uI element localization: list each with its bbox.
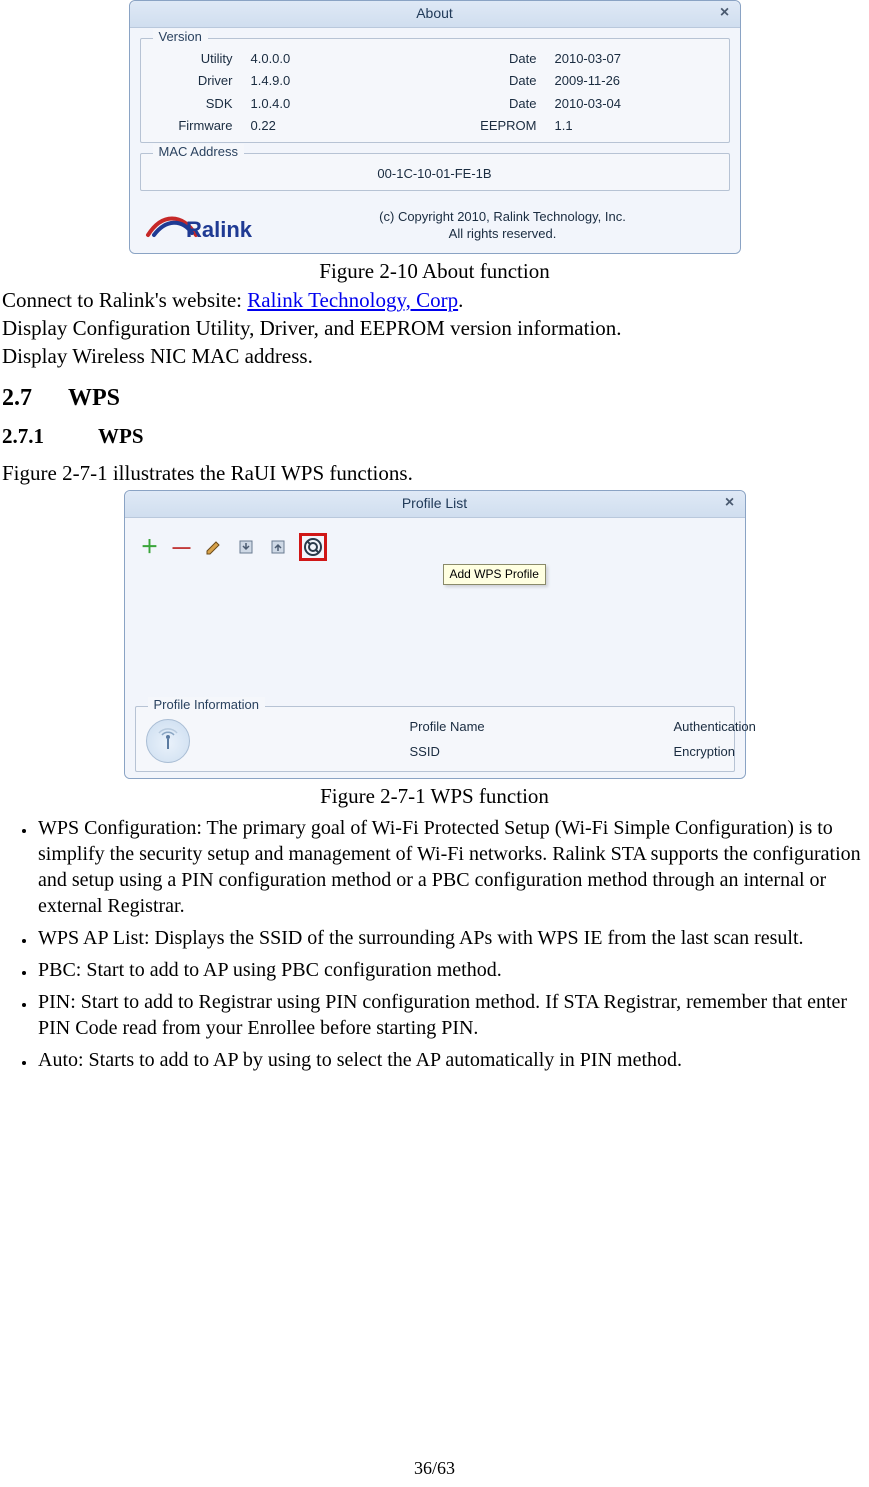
value: 2010-03-04 [555, 96, 719, 112]
copyright-line-1: (c) Copyright 2010, Ralink Technology, I… [278, 208, 728, 226]
version-row: EEPROM 1.1 [455, 118, 719, 134]
profile-info-group: Profile Information Profile Name Authent… [135, 706, 735, 772]
edit-icon[interactable] [203, 536, 225, 558]
profile-info-legend: Profile Information [148, 697, 266, 713]
label: EEPROM [455, 118, 537, 134]
copyright-line-2: All rights reserved. [278, 225, 728, 243]
profile-list-area [135, 566, 735, 706]
close-icon[interactable]: × [721, 495, 739, 513]
antenna-icon [146, 719, 190, 763]
intro-p1-suffix: . [458, 288, 463, 312]
pi-label-ssid: SSID [410, 744, 674, 763]
figure-caption-2: Figure 2-7-1 WPS function [2, 783, 867, 809]
label: Date [455, 73, 537, 89]
lead-text: Figure 2-7-1 illustrates the RaUI WPS fu… [2, 460, 867, 486]
version-row: Driver 1.4.9.0 [151, 73, 415, 89]
figure-caption-1: Figure 2-10 About function [2, 258, 867, 284]
about-titlebar: About × [130, 1, 740, 28]
value: 1.0.4.0 [251, 96, 415, 112]
list-item: WPS AP List: Displays the SSID of the su… [36, 925, 867, 951]
pi-label-profile-name: Profile Name [410, 719, 674, 738]
version-row: SDK 1.0.4.0 [151, 96, 415, 112]
about-body: Version Utility 4.0.0.0 Date 2010-03-07 Dr… [130, 28, 740, 253]
label: Date [455, 51, 537, 67]
about-title: About [416, 5, 453, 23]
version-row: Date 2010-03-04 [455, 96, 719, 112]
section-heading: 2.7 WPS [2, 383, 867, 413]
value: 2010-03-07 [555, 51, 719, 67]
value: 4.0.0.0 [251, 51, 415, 67]
mac-legend: MAC Address [153, 144, 244, 160]
subsection-title: WPS [98, 423, 144, 449]
mac-value: 00-1C-10-01-FE-1B [151, 166, 719, 182]
version-row: Date 2010-03-07 [455, 51, 719, 67]
page-number: 36/63 [0, 1457, 869, 1480]
version-legend: Version [153, 29, 208, 45]
intro-p1-prefix: Connect to Ralink's website: [2, 288, 247, 312]
add-icon[interactable]: ＋ [139, 536, 161, 558]
wps-titlebar: Profile List × [125, 491, 745, 518]
intro-p1: Connect to Ralink's website: Ralink Tech… [2, 287, 867, 313]
about-window: About × Version Utility 4.0.0.0 Date 2010-… [129, 0, 741, 254]
toolbar: ＋ — [135, 528, 735, 566]
profile-info-grid: Profile Name Authentication SSID Encrypt… [146, 719, 724, 763]
wps-window: Profile List × ＋ — Add WPS Profile Profi… [124, 490, 746, 779]
close-icon[interactable]: × [716, 5, 734, 23]
section-title: WPS [68, 383, 120, 413]
label: Utility [151, 51, 233, 67]
ralink-logo: Ralink [142, 205, 262, 245]
wps-body: ＋ — Add WPS Profile Profile Information … [125, 518, 745, 778]
intro-p3: Display Wireless NIC MAC address. [2, 343, 867, 369]
wps-icon[interactable] [299, 533, 327, 561]
pi-label-encryption: Encryption [674, 744, 724, 763]
list-item: PIN: Start to add to Registrar using PIN… [36, 989, 867, 1041]
footer-row: Ralink (c) Copyright 2010, Ralink Techno… [140, 201, 730, 247]
import-icon[interactable] [235, 536, 257, 558]
remove-icon[interactable]: — [171, 536, 193, 558]
bullet-list: WPS Configuration: The primary goal of W… [2, 815, 867, 1073]
value: 2009-11-26 [555, 73, 719, 89]
version-row: Utility 4.0.0.0 [151, 51, 415, 67]
label: Firmware [151, 118, 233, 134]
intro-text: Connect to Ralink's website: Ralink Tech… [2, 287, 867, 370]
wps-title: Profile List [402, 495, 467, 513]
label: Date [455, 96, 537, 112]
value: 0.22 [251, 118, 415, 134]
intro-p2: Display Configuration Utility, Driver, a… [2, 315, 867, 341]
logo-text: Ralink [186, 217, 253, 242]
mac-group: MAC Address 00-1C-10-01-FE-1B [140, 153, 730, 191]
label: SDK [151, 96, 233, 112]
wps-tooltip: Add WPS Profile [443, 564, 546, 585]
section-number: 2.7 [2, 383, 32, 413]
ralink-link[interactable]: Ralink Technology, Corp [247, 288, 458, 312]
list-item: PBC: Start to add to AP using PBC config… [36, 957, 867, 983]
list-item: Auto: Starts to add to AP by using to se… [36, 1047, 867, 1073]
version-row: Date 2009-11-26 [455, 73, 719, 89]
pi-label-auth: Authentication [674, 719, 724, 738]
subsection-heading: 2.7.1 WPS [2, 423, 867, 449]
version-group: Version Utility4.0.0.0 Date2010-03-07 Dr… [140, 38, 730, 143]
label: Driver [151, 73, 233, 89]
export-icon[interactable] [267, 536, 289, 558]
copyright: (c) Copyright 2010, Ralink Technology, I… [278, 208, 728, 243]
version-row: Firmware 0.22 [151, 118, 415, 134]
subsection-number: 2.7.1 [2, 423, 44, 449]
version-grid: Utility 4.0.0.0 Date 2010-03-07 Driver 1.4.… [151, 51, 719, 134]
value: 1.1 [555, 118, 719, 134]
list-item: WPS Configuration: The primary goal of W… [36, 815, 867, 919]
value: 1.4.9.0 [251, 73, 415, 89]
